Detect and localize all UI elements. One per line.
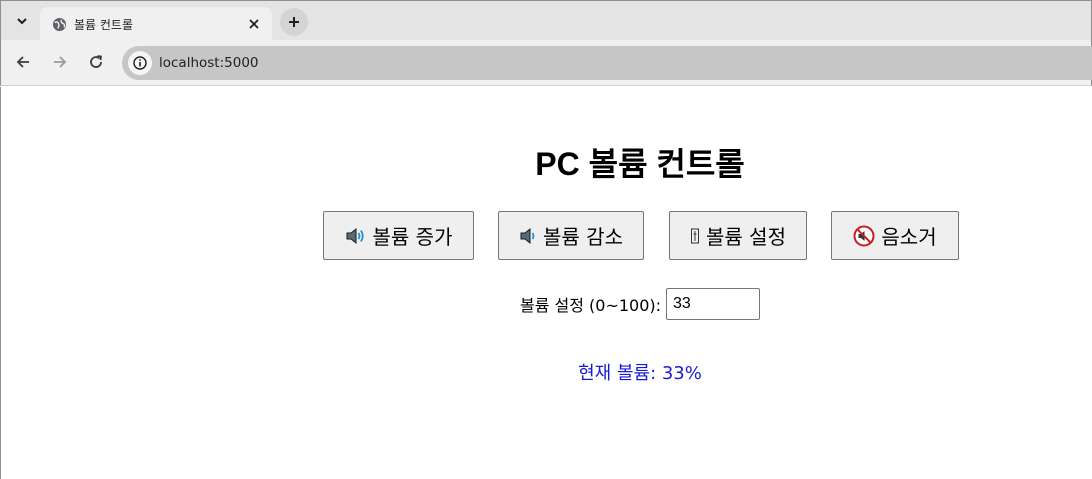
chevron-down-icon bbox=[17, 18, 27, 25]
tab-search-button[interactable] bbox=[10, 9, 34, 33]
speaker-low-icon bbox=[519, 226, 537, 246]
browser-toolbar: localhost:5000 bbox=[0, 40, 1092, 86]
new-tab-button[interactable] bbox=[280, 8, 308, 36]
volume-setting-row: 볼륨 설정 (0~100): bbox=[1, 288, 1092, 320]
globe-icon bbox=[51, 16, 67, 32]
back-arrow-icon bbox=[16, 56, 29, 68]
tab-strip: 볼륨 컨트롤 bbox=[0, 0, 1092, 41]
volume-up-button[interactable]: 볼륨 증가 bbox=[323, 211, 474, 260]
volume-down-label: 볼륨 감소 bbox=[543, 225, 623, 249]
mute-button[interactable]: 음소거 bbox=[831, 211, 959, 260]
back-button[interactable] bbox=[9, 48, 37, 76]
info-icon bbox=[133, 56, 147, 70]
volume-input[interactable] bbox=[666, 288, 761, 320]
forward-button[interactable] bbox=[46, 48, 74, 76]
tuning-icon bbox=[690, 226, 700, 246]
tab-title: 볼륨 컨트롤 bbox=[74, 17, 134, 32]
forward-arrow-icon bbox=[54, 56, 67, 68]
close-tab-button[interactable] bbox=[244, 14, 264, 34]
current-volume-status: 현재 볼륨: 33% bbox=[578, 363, 702, 384]
volume-setting-label: 볼륨 설정 (0~100): bbox=[519, 296, 662, 315]
speaker-loud-icon bbox=[345, 226, 367, 246]
close-icon bbox=[249, 19, 259, 29]
volume-set-button[interactable]: 볼륨 설정 bbox=[669, 211, 807, 260]
page-content: PC 볼륨 컨트롤 볼륨 증가 볼륨 감소 볼륨 설정 음소거 볼륨 설정 (0… bbox=[0, 87, 1092, 479]
site-info-button[interactable] bbox=[128, 51, 152, 75]
volume-up-label: 볼륨 증가 bbox=[372, 225, 453, 249]
volume-set-label: 볼륨 설정 bbox=[706, 225, 786, 249]
active-tab[interactable]: 볼륨 컨트롤 bbox=[40, 7, 272, 41]
page-title: PC 볼륨 컨트롤 bbox=[535, 146, 745, 182]
mute-icon bbox=[853, 225, 875, 247]
plus-icon bbox=[289, 17, 299, 27]
reload-button[interactable] bbox=[82, 48, 110, 76]
mute-label: 음소거 bbox=[881, 225, 937, 249]
volume-down-button[interactable]: 볼륨 감소 bbox=[498, 211, 644, 260]
url-text: localhost:5000 bbox=[159, 55, 259, 71]
address-bar[interactable]: localhost:5000 bbox=[122, 46, 1092, 80]
reload-icon bbox=[90, 55, 103, 68]
